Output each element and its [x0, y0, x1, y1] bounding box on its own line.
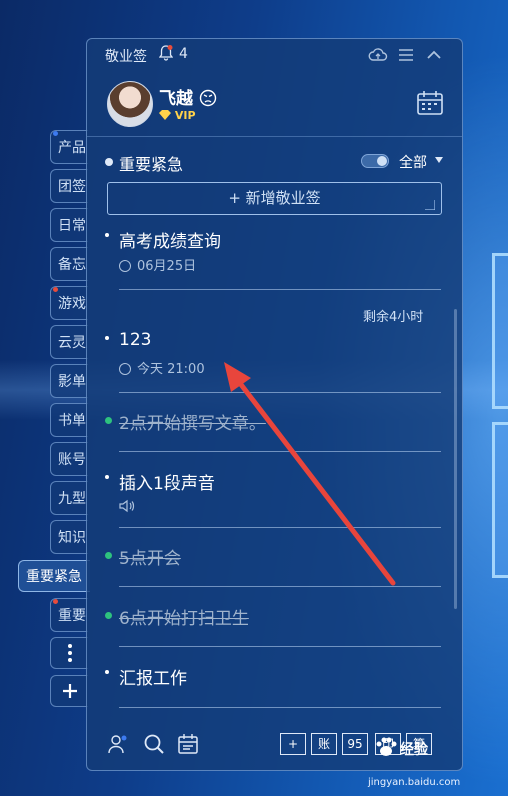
watermark-url: jingyan.baidu.com [368, 777, 461, 788]
watermark-brand: 经验 [400, 742, 428, 758]
paw-logo-icon [376, 737, 397, 756]
annotation-arrow [224, 362, 396, 586]
